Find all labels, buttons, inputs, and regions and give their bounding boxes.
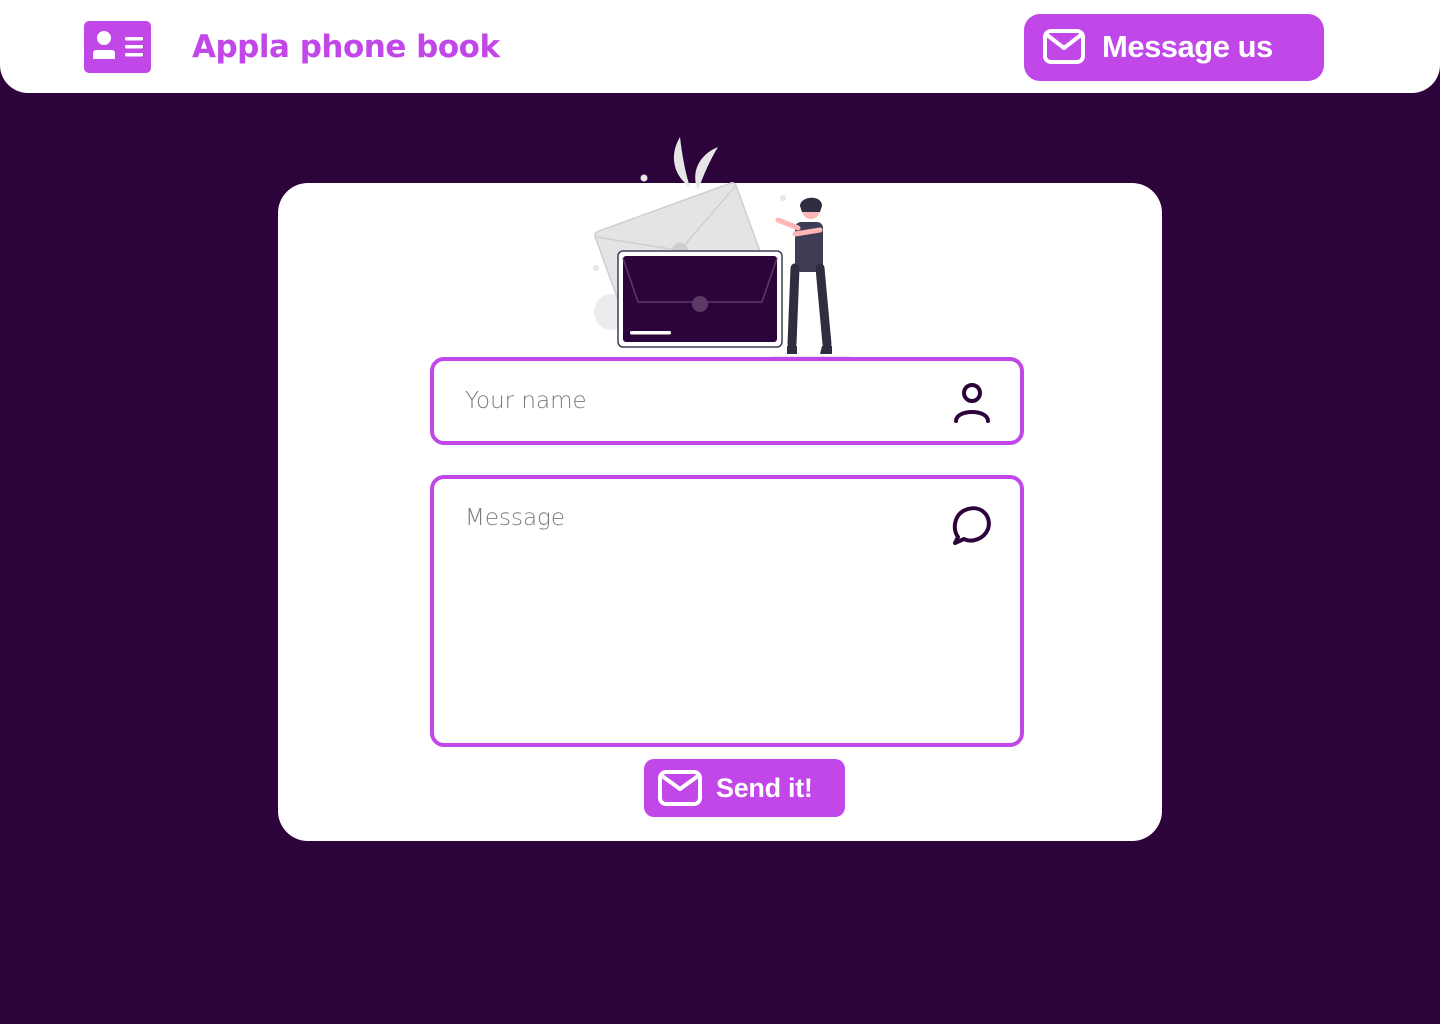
top-navigation-bar: Appla phone book Message us <box>0 0 1440 93</box>
message-us-button[interactable]: Message us <box>1024 14 1324 81</box>
app-title: Appla phone book <box>192 29 500 65</box>
message-input[interactable] <box>465 505 925 715</box>
chat-bubble-icon <box>950 503 994 547</box>
name-field <box>430 357 1024 445</box>
user-icon <box>951 381 993 425</box>
message-field <box>430 475 1024 747</box>
send-button-label: Send it! <box>716 773 813 803</box>
contact-card-icon <box>84 21 151 73</box>
send-button[interactable]: Send it! <box>644 759 845 817</box>
name-input[interactable] <box>465 383 925 419</box>
mail-icon <box>1042 27 1086 67</box>
mail-icon <box>657 769 703 807</box>
message-us-label: Message us <box>1102 29 1273 64</box>
mail-illustration <box>590 132 850 364</box>
